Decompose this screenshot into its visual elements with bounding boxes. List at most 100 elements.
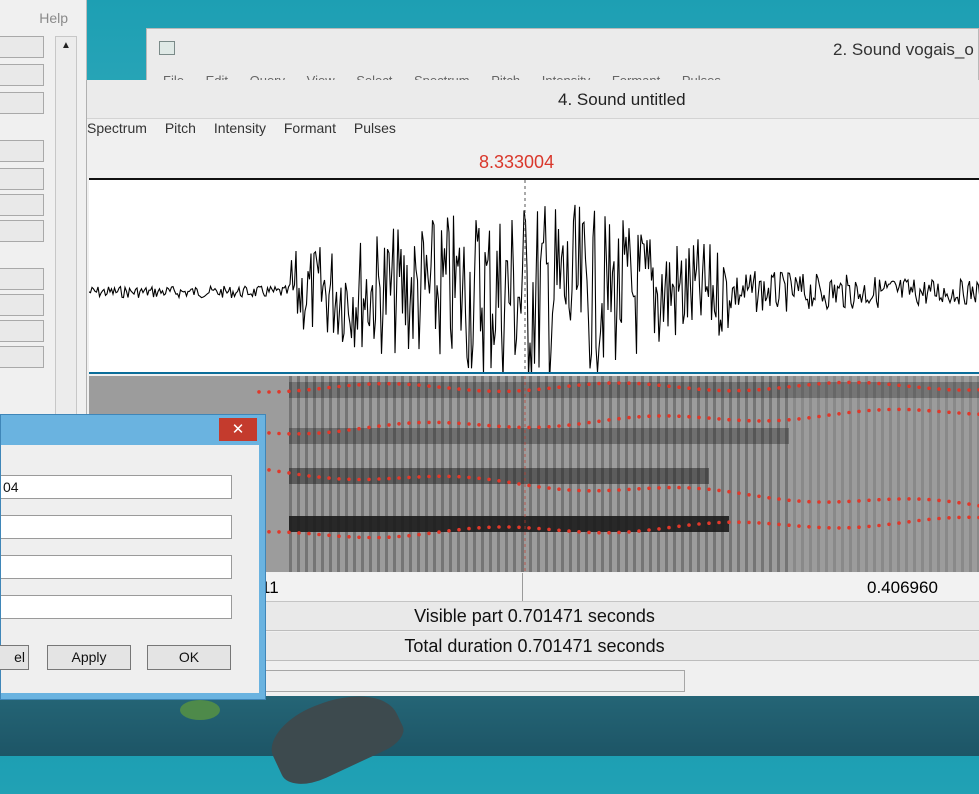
dialog-field-3[interactable] xyxy=(1,555,232,579)
formant-dot xyxy=(807,499,811,504)
menu-formant[interactable]: Formant xyxy=(284,120,336,136)
formant-dot xyxy=(257,390,261,394)
formant-dot xyxy=(597,530,601,535)
formant-dot xyxy=(917,518,921,523)
formant-dot xyxy=(827,500,831,504)
menu-spectrum[interactable]: Spectrum xyxy=(87,120,147,136)
menu-pitch[interactable]: Pitch xyxy=(165,120,196,136)
formant-dot xyxy=(927,497,931,502)
formant-dot xyxy=(607,381,611,385)
horizontal-scrollbar[interactable] xyxy=(257,670,685,692)
object-button[interactable] xyxy=(0,220,44,242)
formant-dot xyxy=(527,483,531,488)
object-button[interactable] xyxy=(0,168,44,190)
formant-dot xyxy=(787,418,791,422)
formant-dot xyxy=(267,431,271,435)
apply-button[interactable]: Apply xyxy=(47,645,131,670)
formant-dot xyxy=(637,415,641,419)
formant-dot xyxy=(677,524,681,529)
formant-dot xyxy=(907,407,911,412)
cancel-button[interactable]: el xyxy=(0,645,29,670)
formant-dot xyxy=(887,522,891,527)
formant-dot xyxy=(857,409,861,414)
dialog-field-1[interactable]: 04 xyxy=(1,475,232,499)
object-button[interactable] xyxy=(0,268,44,290)
menu-pulses[interactable]: Pulses xyxy=(354,120,396,136)
formant-dot xyxy=(837,526,841,530)
formant-dot xyxy=(667,384,671,388)
formant-dot xyxy=(697,522,701,526)
formant-dot xyxy=(607,530,611,535)
formant-dot xyxy=(317,386,321,391)
formant-dot xyxy=(507,480,511,485)
formant-dot xyxy=(867,408,871,413)
formant-dot xyxy=(957,411,961,415)
ok-button[interactable]: OK xyxy=(147,645,231,670)
settings-dialog: ✕ 04 el Apply OK xyxy=(0,414,266,700)
object-button[interactable] xyxy=(0,140,44,162)
waveform-panel[interactable] xyxy=(89,178,979,374)
object-button[interactable] xyxy=(0,64,44,86)
object-button[interactable] xyxy=(0,294,44,316)
formant-dot xyxy=(717,520,721,525)
object-button[interactable] xyxy=(0,36,44,58)
formant-dot xyxy=(837,380,841,385)
formant-dot xyxy=(847,380,851,385)
formant-dot xyxy=(427,474,431,479)
menu-help[interactable]: Help xyxy=(39,10,68,26)
formant-dot xyxy=(537,387,541,392)
formant-dot xyxy=(927,517,931,522)
object-button[interactable] xyxy=(0,194,44,216)
formant-dot xyxy=(637,381,641,386)
formant-dot xyxy=(797,499,801,503)
formant-dot xyxy=(677,385,681,389)
formant-dot xyxy=(267,530,271,534)
formant-dot xyxy=(627,530,631,534)
objects-scrollbar[interactable]: ▲ xyxy=(55,36,77,420)
formant-dot xyxy=(437,474,441,479)
formant-dot xyxy=(747,418,751,423)
formant-dot xyxy=(357,535,361,540)
formant-dot xyxy=(687,386,691,390)
window-app-icon xyxy=(159,41,175,55)
formant-dot xyxy=(457,421,461,426)
formant-dot xyxy=(867,524,871,529)
dialog-field-4[interactable] xyxy=(1,595,232,619)
formant-dot xyxy=(807,525,811,529)
object-button[interactable] xyxy=(0,92,44,114)
formant-dot xyxy=(697,486,701,491)
formant-dot xyxy=(367,477,371,482)
scroll-up-arrow-icon[interactable]: ▲ xyxy=(56,37,76,55)
formant-dot xyxy=(647,414,651,418)
formant-dot xyxy=(757,387,761,392)
formant-dot xyxy=(337,534,341,538)
formant-dot xyxy=(727,417,731,422)
formant-dot xyxy=(797,524,801,528)
formant-dot xyxy=(477,423,481,427)
formant-dot xyxy=(347,383,351,388)
formant-dot xyxy=(947,499,951,504)
menu-intensity[interactable]: Intensity xyxy=(214,120,266,136)
formant-dot xyxy=(387,381,391,386)
formant-dot xyxy=(637,487,641,491)
object-button[interactable] xyxy=(0,320,44,342)
formant-dot xyxy=(337,429,341,434)
formant-dot xyxy=(597,419,601,424)
formant-dot xyxy=(657,486,661,490)
formant-dot xyxy=(887,407,891,412)
waveform-trace xyxy=(89,204,979,372)
formant-dot xyxy=(457,527,461,532)
formant-dot xyxy=(447,529,451,533)
formant-dot xyxy=(917,497,921,501)
formant-dot xyxy=(587,489,591,493)
formant-dot xyxy=(677,414,681,418)
dialog-field-2[interactable] xyxy=(1,515,232,539)
formant-dot xyxy=(567,488,571,492)
object-button[interactable] xyxy=(0,346,44,368)
formant-dot xyxy=(947,410,951,415)
close-icon[interactable]: ✕ xyxy=(219,418,257,441)
formant-dot xyxy=(897,497,901,501)
formant-dot xyxy=(487,525,491,530)
formant-dot xyxy=(457,474,461,479)
formant-dot xyxy=(327,476,331,480)
